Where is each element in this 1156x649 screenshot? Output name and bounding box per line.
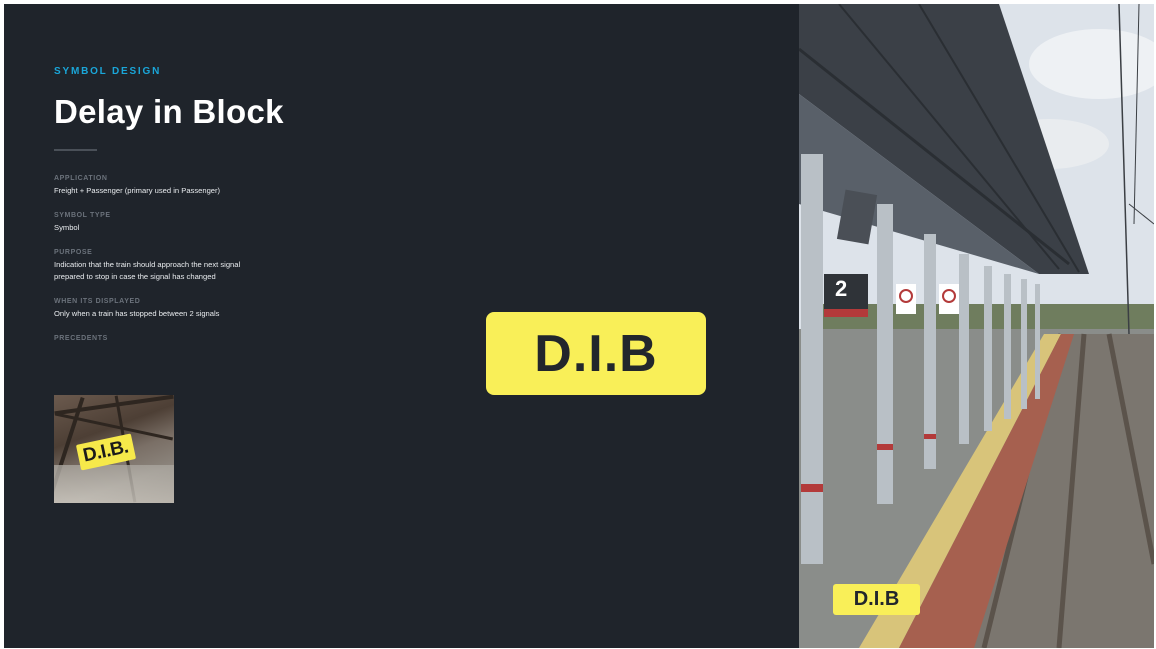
field-label-precedents: PRECEDENTS [54,335,108,342]
platform-number: 2 [835,276,848,301]
field-value-when-displayed: Only when a train has stopped between 2 … [54,309,220,318]
field-value-purpose: Indication that the train should approac… [54,260,241,281]
station-platform-photo: 2 [799,4,1154,648]
precedent-sky [54,465,174,503]
info-panel: SYMBOL DESIGN Delay in Block APPLICATION… [54,66,434,342]
field-label-purpose: PURPOSE [54,249,93,256]
precedent-image: D.I.B. [54,395,174,503]
dib-sign-photo-overlay: D.I.B [833,584,920,615]
slide: SYMBOL DESIGN Delay in Block APPLICATION… [4,4,1154,648]
platform-illustration [799,4,1154,648]
title-divider [54,149,97,151]
field-label-application: APPLICATION [54,175,108,182]
field-value-symbol-type: Symbol [54,223,80,232]
dib-sign-photo-overlay-text: D.I.B [853,588,900,610]
dib-sign-main: D.I.B [486,312,706,395]
eyebrow-label: SYMBOL DESIGN [54,66,162,77]
field-value-application: Freight + Passenger (primary used in Pas… [54,186,221,195]
field-label-when-displayed: WHEN ITS DISPLAYED [54,298,141,305]
field-label-symbol-type: SYMBOL TYPE [54,212,111,219]
dib-sign-main-text: D.I.B [534,324,658,383]
page-title: Delay in Block [54,93,284,130]
